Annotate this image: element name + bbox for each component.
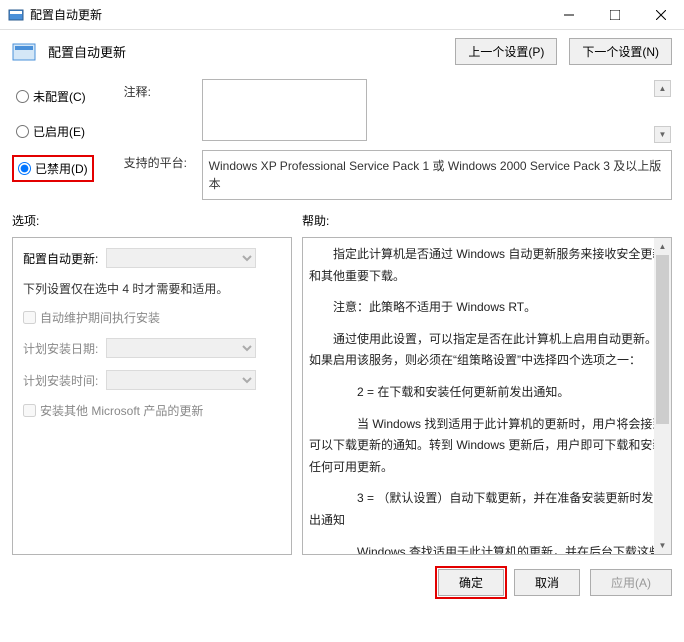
ok-button[interactable]: 确定 (438, 569, 504, 596)
titlebar: 配置自动更新 (0, 0, 684, 30)
scroll-up-button[interactable]: ▲ (654, 238, 671, 255)
minimize-button[interactable] (546, 0, 592, 29)
config-update-label: 配置自动更新: (23, 250, 98, 267)
next-setting-button[interactable]: 下一个设置(N) (569, 38, 672, 65)
options-label: 选项: (12, 212, 302, 229)
other-ms-checkbox-row: 安装其他 Microsoft 产品的更新 (23, 402, 281, 419)
window-title: 配置自动更新 (30, 6, 546, 23)
other-ms-checkbox-label: 安装其他 Microsoft 产品的更新 (40, 402, 203, 419)
radio-enabled-label: 已启用(E) (33, 123, 85, 140)
radio-not-configured-input[interactable] (16, 90, 29, 103)
scroll-down-button[interactable]: ▼ (654, 537, 671, 554)
install-date-label: 计划安装日期: (23, 340, 98, 357)
comment-label: 注释: (124, 79, 194, 144)
scroll-up-icon[interactable]: ▲ (654, 80, 671, 97)
app-icon (8, 7, 24, 23)
policy-icon (12, 42, 36, 62)
help-panel: 指定此计算机是否通过 Windows 自动更新服务来接收安全更新和其他重要下载。… (302, 237, 672, 555)
help-scrollbar[interactable]: ▲ ▼ (654, 238, 671, 554)
help-p2: 注意：此策略不适用于 Windows RT。 (309, 297, 665, 319)
radio-enabled-input[interactable] (16, 125, 29, 138)
config-update-select (106, 248, 256, 268)
radio-not-configured[interactable]: 未配置(C) (12, 85, 94, 108)
maximize-button[interactable] (592, 0, 638, 29)
help-p3: 通过使用此设置，可以指定是否在此计算机上启用自动更新。如果启用该服务，则必须在“… (309, 329, 665, 372)
header: 配置自动更新 上一个设置(P) 下一个设置(N) (0, 30, 684, 73)
help-text: 指定此计算机是否通过 Windows 自动更新服务来接收安全更新和其他重要下载。… (309, 244, 665, 555)
scroll-down-icon[interactable]: ▼ (654, 126, 671, 143)
prev-setting-button[interactable]: 上一个设置(P) (455, 38, 557, 65)
install-time-select (106, 370, 256, 390)
close-button[interactable] (638, 0, 684, 29)
other-ms-checkbox (23, 404, 36, 417)
cancel-button[interactable]: 取消 (514, 569, 580, 596)
platform-label: 支持的平台: (124, 150, 194, 200)
page-title: 配置自动更新 (48, 42, 443, 61)
scroll-thumb[interactable] (656, 255, 669, 424)
maintenance-checkbox-row: 自动维护期间执行安装 (23, 309, 281, 326)
options-panel: 配置自动更新: 下列设置仅在选中 4 时才需要和适用。 自动维护期间执行安装 计… (12, 237, 292, 555)
radio-disabled-input[interactable] (18, 162, 31, 175)
install-time-label: 计划安装时间: (23, 372, 98, 389)
radio-disabled[interactable]: 已禁用(D) (12, 155, 94, 182)
help-p4: 2 = 在下载和安装任何更新前发出通知。 (309, 382, 665, 404)
options-note: 下列设置仅在选中 4 时才需要和适用。 (23, 280, 281, 297)
state-radio-group: 未配置(C) 已启用(E) 已禁用(D) (12, 79, 94, 200)
help-p6: 3 = （默认设置）自动下载更新，并在准备安装更新时发出通知 (309, 488, 665, 531)
scroll-track[interactable] (654, 255, 671, 537)
radio-disabled-label: 已禁用(D) (35, 160, 88, 177)
maintenance-checkbox (23, 311, 36, 324)
radio-enabled[interactable]: 已启用(E) (12, 120, 94, 143)
help-p5: 当 Windows 找到适用于此计算机的更新时，用户将会接到可以下载更新的通知。… (309, 414, 665, 479)
help-p7: Windows 查找适用于此计算机的更新，并在后台下载这些更新（在此过程中，用户… (309, 542, 665, 555)
help-label: 帮助: (302, 212, 329, 229)
maintenance-checkbox-label: 自动维护期间执行安装 (40, 309, 160, 326)
help-p1: 指定此计算机是否通过 Windows 自动更新服务来接收安全更新和其他重要下载。 (309, 244, 665, 287)
radio-not-configured-label: 未配置(C) (33, 88, 86, 105)
apply-button: 应用(A) (590, 569, 672, 596)
platform-text: Windows XP Professional Service Pack 1 或… (202, 150, 672, 200)
comment-textarea[interactable] (202, 79, 367, 141)
install-date-select (106, 338, 256, 358)
footer: 确定 取消 应用(A) (0, 561, 684, 604)
